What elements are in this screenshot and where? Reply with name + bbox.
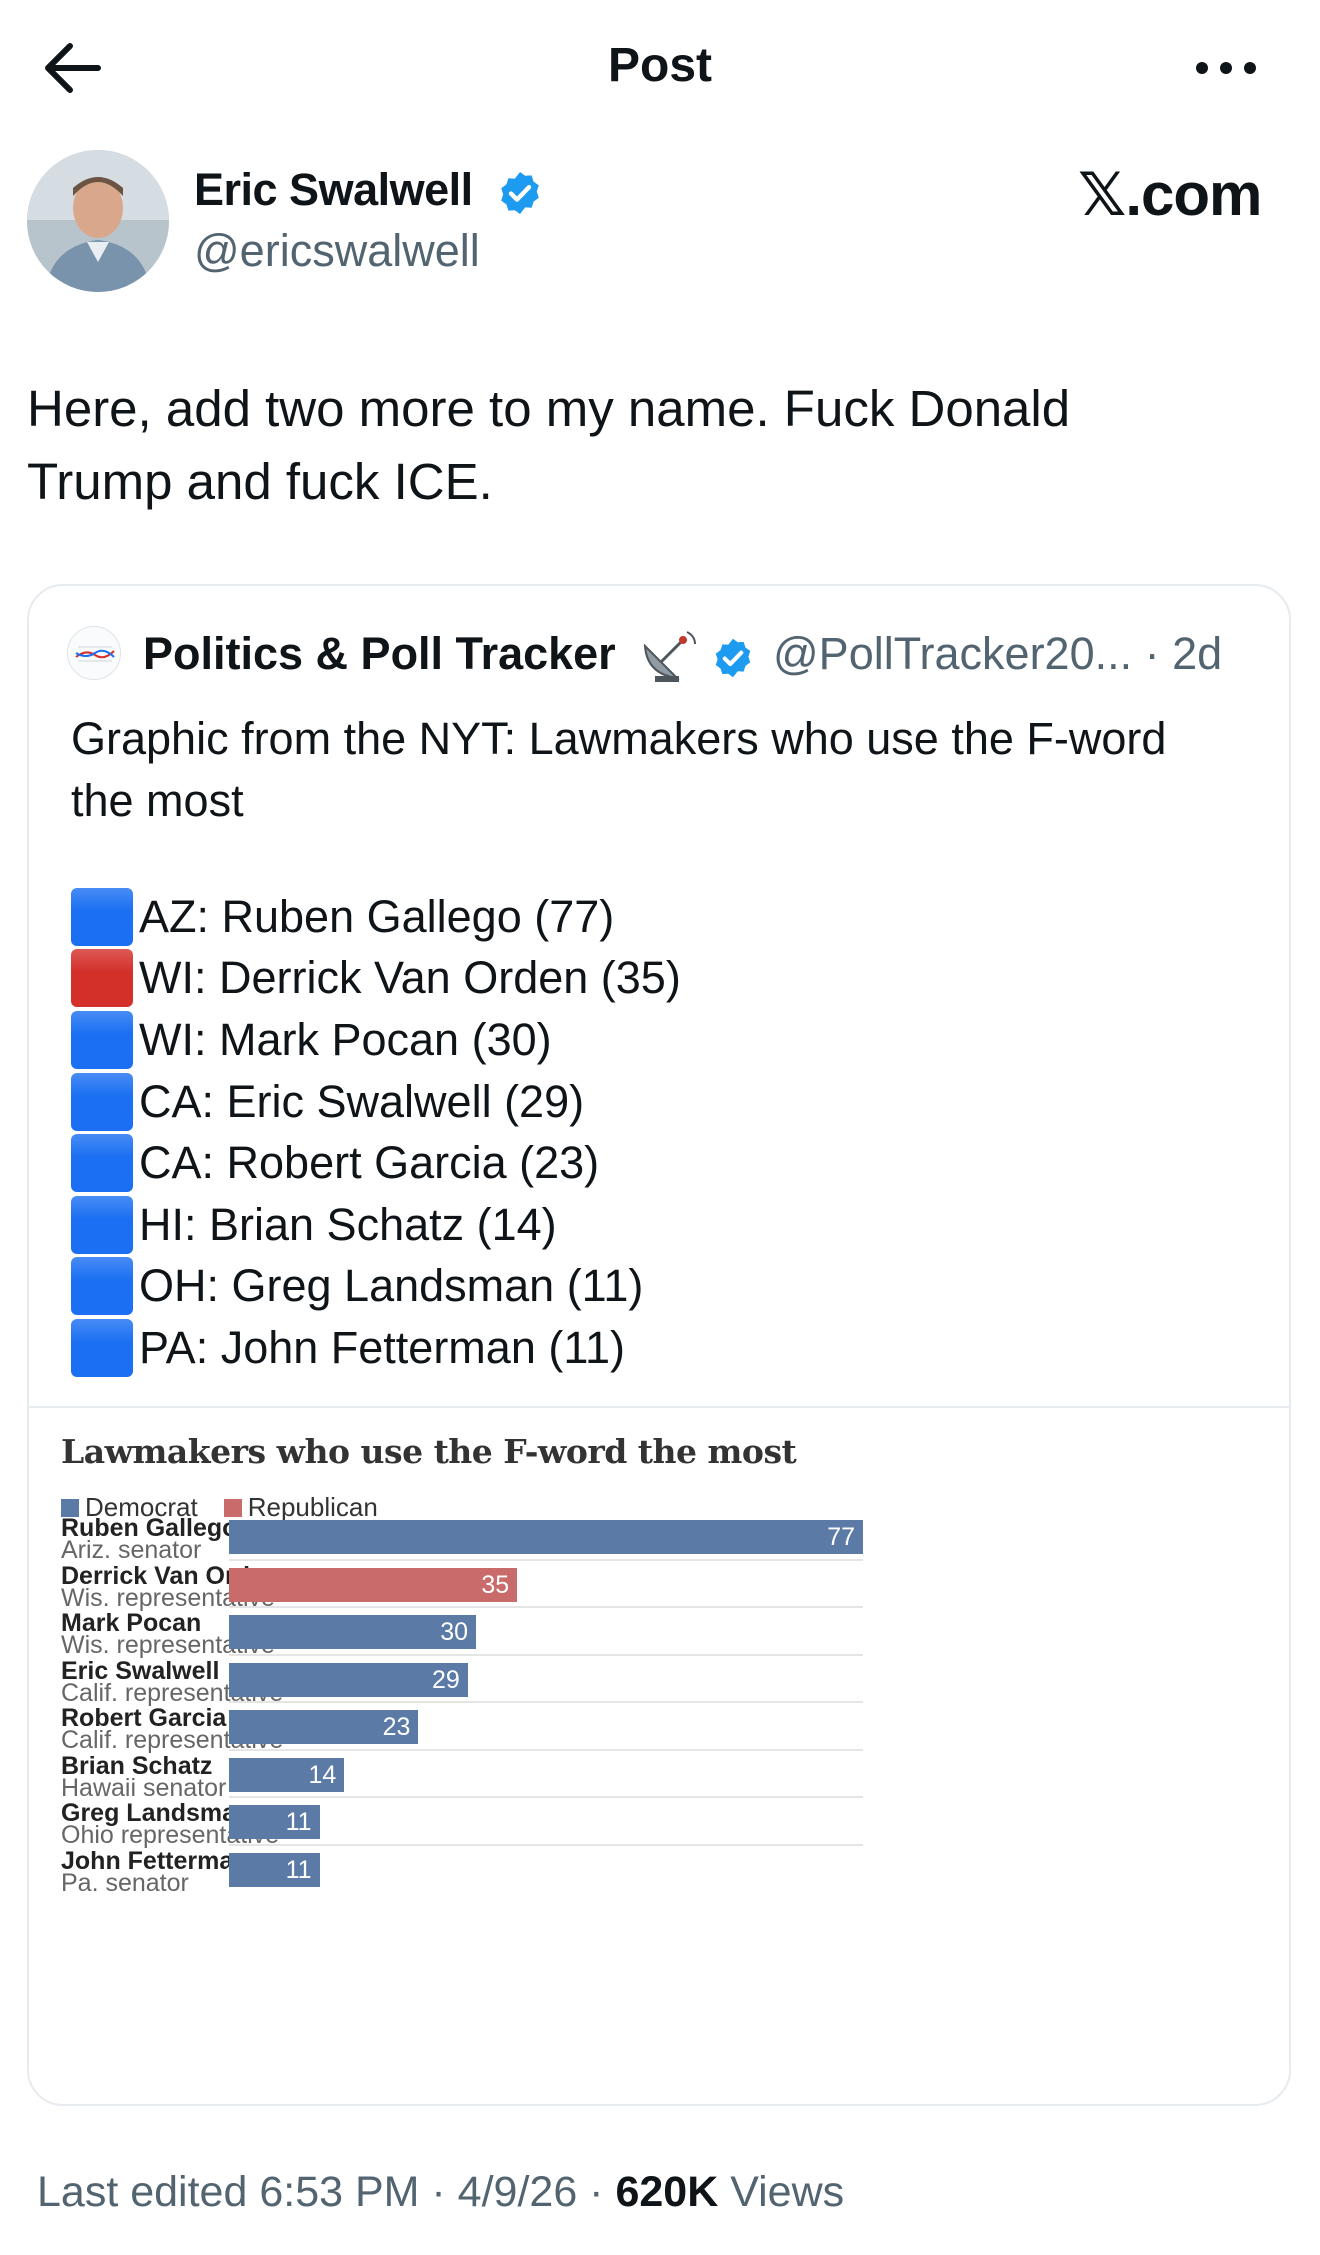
chart-bar-value-label: 29: [431, 1665, 460, 1694]
list-item: PA: John Fetterman (11): [71, 1317, 1221, 1379]
chart-bar-value-label: 23: [382, 1713, 411, 1741]
author-handle[interactable]: @ericswalwell: [194, 225, 480, 277]
views-count: 620K: [615, 2168, 719, 2216]
edited-timestamp[interactable]: Last edited 6:53 PM · 4/9/26 ·: [37, 2168, 615, 2216]
quoted-author-handle[interactable]: @PollTracker20... · 2d: [773, 628, 1222, 680]
views-label: Views: [718, 2168, 845, 2216]
legend-item-republican: Republican: [223, 1492, 378, 1523]
red-square-icon: [71, 949, 133, 1008]
chart-title: Lawmakers who use the F-word the most: [61, 1432, 797, 1471]
nyt-chart-image[interactable]: Lawmakers who use the F-word the most De…: [29, 1408, 1289, 2104]
legend-label-republican: Republican: [247, 1492, 378, 1522]
list-item-text: WI: Derrick Van Orden (35): [139, 952, 681, 1004]
chart-bar-value-label: 30: [440, 1618, 468, 1646]
quoted-author-name[interactable]: Politics & Poll Tracker: [143, 628, 616, 680]
blue-square-icon: [71, 1195, 133, 1254]
chart-row-separator: [229, 1701, 863, 1703]
chart-row-separator: [229, 1748, 863, 1751]
author-name[interactable]: Eric Swalwell: [194, 164, 473, 216]
list-item-text: HI: Brian Schatz (14): [139, 1198, 557, 1250]
author-avatar[interactable]: [27, 150, 169, 292]
satellite-dish-icon: [637, 626, 701, 686]
blue-square-icon: [71, 1134, 133, 1193]
list-item-text: OH: Greg Landsman (11): [139, 1260, 644, 1312]
quoted-post-text: Graphic from the NYT: Lawmakers who use …: [71, 708, 1261, 832]
chart-row-separator: [229, 1558, 863, 1561]
chart-bar: [229, 1520, 863, 1554]
blue-square-icon: [71, 887, 133, 946]
post-metadata: Last edited 6:53 PM · 4/9/26 · 620K View…: [37, 2168, 844, 2217]
blue-square-icon: [71, 1318, 133, 1377]
list-item-text: WI: Mark Pocan (30): [139, 1013, 552, 1065]
list-item: OH: Greg Landsman (11): [71, 1256, 1221, 1318]
chart-row-separator: [229, 1653, 863, 1656]
list-item-text: AZ: Ruben Gallego (77): [139, 890, 615, 942]
list-item: CA: Robert Garcia (23): [71, 1132, 1221, 1194]
list-item-text: CA: Robert Garcia (23): [139, 1137, 600, 1189]
quoted-post[interactable]: Politics & Poll Tracker @PollTracker20..…: [27, 584, 1291, 2106]
quoted-text-line-1: Graphic from the NYT: Lawmakers who use …: [71, 713, 1167, 764]
list-item: AZ: Ruben Gallego (77): [71, 886, 1221, 948]
page-title: Post: [607, 39, 712, 92]
chart-bar-value-label: 11: [285, 1808, 312, 1836]
quoted-text-line-2: the most: [71, 775, 244, 826]
list-item-text: CA: Eric Swalwell (29): [139, 1075, 585, 1127]
chart-bar-value-label: 35: [481, 1570, 510, 1599]
chart-bar-value-label: 14: [308, 1760, 337, 1789]
more-options-icon[interactable]: [1188, 40, 1264, 96]
chart-bar-value-label: 77: [827, 1523, 855, 1551]
list-item: WI: Mark Pocan (30): [71, 1009, 1221, 1071]
lawmaker-list: AZ: Ruben Gallego (77) WI: Derrick Van Or…: [71, 886, 1221, 1379]
chart-bar-value-label: 11: [285, 1855, 312, 1884]
quoted-verified-badge-icon: [711, 636, 755, 680]
x-com-logo: 𝕏.com: [1078, 161, 1262, 228]
quoted-author-avatar: [67, 626, 121, 680]
top-bar: Post: [0, 0, 1320, 130]
chart-row-separator: [229, 1606, 863, 1608]
blue-square-icon: [71, 1072, 133, 1131]
chart-row-separator: [229, 1796, 863, 1798]
blue-square-icon: [71, 1257, 133, 1316]
chart-category-subtitle: Pa. senator: [61, 1868, 189, 1897]
tweet-text: Here, add two more to my name. Fuck Dona…: [27, 372, 1287, 518]
blue-square-icon: [71, 1010, 133, 1069]
list-item: WI: Derrick Van Orden (35): [71, 948, 1221, 1010]
list-item-text: PA: John Fetterman (11): [139, 1321, 626, 1373]
chart-row-separator: [229, 1843, 863, 1846]
list-item: CA: Eric Swalwell (29): [71, 1071, 1221, 1133]
verified-badge-icon: [496, 169, 544, 217]
tweet-text-line-2: Trump and fuck ICE.: [27, 453, 493, 510]
list-item: HI: Brian Schatz (14): [71, 1194, 1221, 1256]
tweet-text-line-1: Here, add two more to my name. Fuck Dona…: [27, 380, 1071, 437]
